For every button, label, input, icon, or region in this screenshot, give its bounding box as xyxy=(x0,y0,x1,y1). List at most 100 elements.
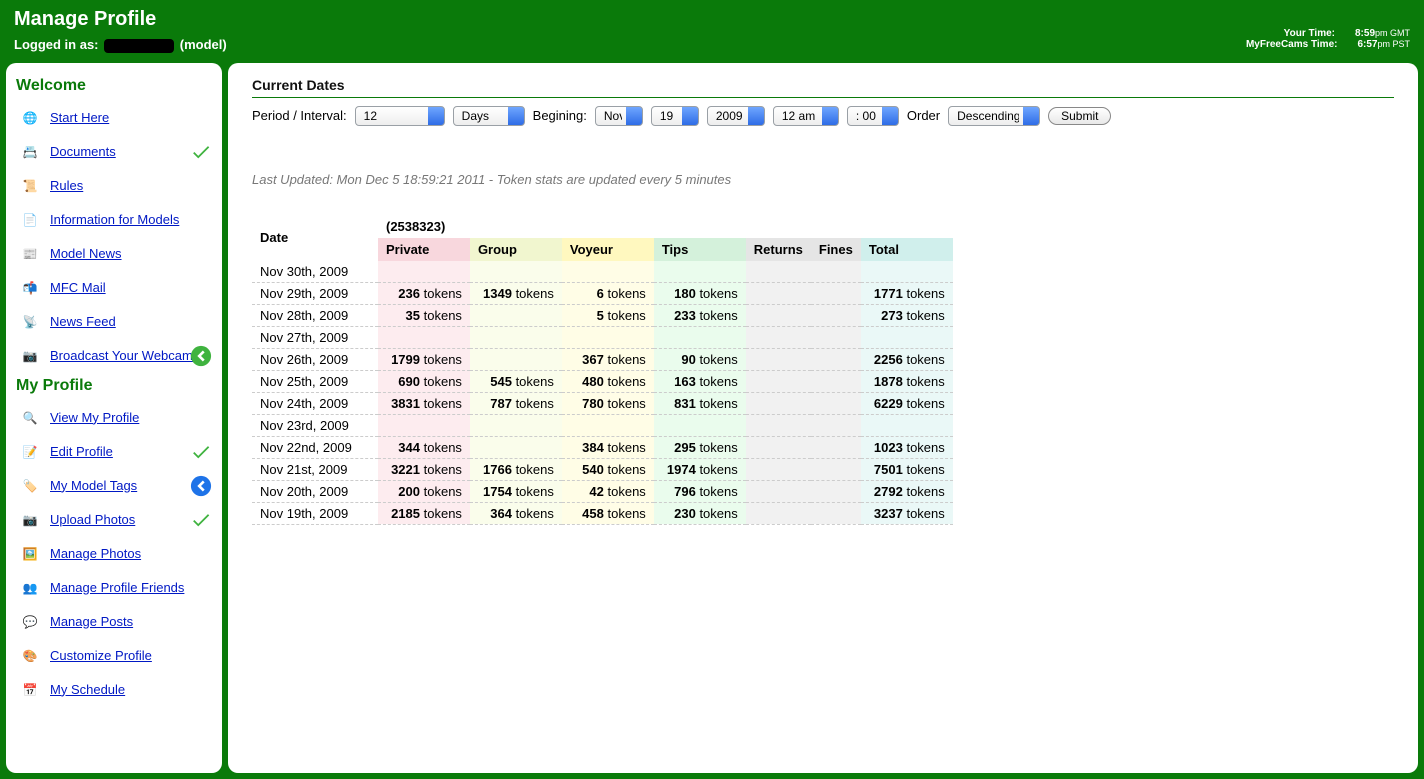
cell-total: 273 tokens xyxy=(861,304,953,326)
table-row: Nov 25th, 2009690 tokens545 tokens480 to… xyxy=(252,370,953,392)
cell-date: Nov 27th, 2009 xyxy=(252,326,378,348)
sidebar-item-welcome-4[interactable]: 📰 Model News xyxy=(16,241,212,267)
sidebar-item-profile-7[interactable]: 🎨Customize Profile xyxy=(16,643,212,669)
sidebar-link[interactable]: News Feed xyxy=(50,314,116,330)
cell-voyeur: 6 tokens xyxy=(562,282,654,304)
sidebar-item-profile-6[interactable]: 💬 Manage Posts xyxy=(16,609,212,635)
minute-select[interactable]: : 00 xyxy=(847,106,899,126)
cell-group: 787 tokens xyxy=(470,392,562,414)
cell-returns xyxy=(746,392,811,414)
cell-returns xyxy=(746,458,811,480)
sidebar-link[interactable]: Manage Photos xyxy=(50,546,141,562)
sidebar-link[interactable]: My Schedule xyxy=(50,682,125,698)
cell-tips: 233 tokens xyxy=(654,304,746,326)
cell-fines xyxy=(811,370,861,392)
col-header-group: Group xyxy=(470,238,562,261)
sidebar-item-profile-5[interactable]: 👥 Manage Profile Friends xyxy=(16,575,212,601)
cell-group xyxy=(470,436,562,458)
cell-voyeur: 42 tokens xyxy=(562,480,654,502)
sidebar-item-welcome-0[interactable]: 🌐Start Here xyxy=(16,105,212,131)
news-icon: 📰 xyxy=(16,242,44,266)
cell-group: 1349 tokens xyxy=(470,282,562,304)
table-row: Nov 26th, 20091799 tokens 367 tokens90 t… xyxy=(252,348,953,370)
cell-tips: 1974 tokens xyxy=(654,458,746,480)
cell-date: Nov 19th, 2009 xyxy=(252,502,378,524)
cell-total: 2792 tokens xyxy=(861,480,953,502)
sidebar-item-welcome-2[interactable]: 📜Rules xyxy=(16,173,212,199)
feed-icon: 📡 xyxy=(16,310,44,334)
cell-total: 6229 tokens xyxy=(861,392,953,414)
col-date-header: Date xyxy=(252,215,378,261)
sidebar-item-profile-8[interactable]: 📅 My Schedule xyxy=(16,677,212,703)
unit-select[interactable]: Days xyxy=(453,106,525,126)
calendar-icon: 📅 xyxy=(16,678,44,702)
sidebar-link[interactable]: Start Here xyxy=(50,110,109,126)
posts-icon: 💬 xyxy=(16,610,44,634)
welcome-heading: Welcome xyxy=(16,77,212,95)
sidebar-link[interactable]: Manage Posts xyxy=(50,614,133,630)
cell-returns xyxy=(746,414,811,436)
sidebar-item-welcome-1[interactable]: 📇Documents xyxy=(16,139,212,165)
cell-tips: 796 tokens xyxy=(654,480,746,502)
hour-select[interactable]: 12 am xyxy=(773,106,839,126)
year-select[interactable]: 2009 xyxy=(707,106,765,126)
sidebar-link[interactable]: Edit Profile xyxy=(50,444,113,460)
table-row: Nov 27th, 2009 xyxy=(252,326,953,348)
table-row: Nov 24th, 20093831 tokens787 tokens780 t… xyxy=(252,392,953,414)
sidebar-item-welcome-3[interactable]: 📄Information for Models xyxy=(16,207,212,233)
sidebar-link[interactable]: MFC Mail xyxy=(50,280,106,296)
cell-total xyxy=(861,261,953,283)
cell-private: 3221 tokens xyxy=(378,458,470,480)
cell-date: Nov 28th, 2009 xyxy=(252,304,378,326)
cell-tips: 90 tokens xyxy=(654,348,746,370)
cell-group xyxy=(470,304,562,326)
submit-button[interactable]: Submit xyxy=(1048,107,1111,125)
cell-voyeur: 367 tokens xyxy=(562,348,654,370)
sidebar-link[interactable]: My Model Tags xyxy=(50,478,137,494)
sidebar-link[interactable]: Customize Profile xyxy=(50,648,152,664)
sidebar-link[interactable]: Manage Profile Friends xyxy=(50,580,184,596)
order-select[interactable]: Descending xyxy=(948,106,1040,126)
sidebar-link[interactable]: Documents xyxy=(50,144,116,160)
role-suffix: (model) xyxy=(180,37,227,52)
sidebar-item-profile-0[interactable]: 🔍 View My Profile xyxy=(16,405,212,431)
cell-private xyxy=(378,414,470,436)
sidebar-item-welcome-7[interactable]: 📷Broadcast Your Webcam! xyxy=(16,343,212,369)
cell-voyeur: 480 tokens xyxy=(562,370,654,392)
month-select[interactable]: Nov xyxy=(595,106,643,126)
current-dates-heading: Current Dates xyxy=(252,77,1394,93)
cell-group xyxy=(470,414,562,436)
sidebar-item-profile-4[interactable]: 🖼️Manage Photos xyxy=(16,541,212,567)
sidebar-link[interactable]: Broadcast Your Webcam! xyxy=(50,348,196,364)
order-label: Order xyxy=(907,108,940,123)
cell-date: Nov 22nd, 2009 xyxy=(252,436,378,458)
cell-total xyxy=(861,414,953,436)
sidebar-item-welcome-6[interactable]: 📡 News Feed xyxy=(16,309,212,335)
cell-voyeur xyxy=(562,261,654,283)
day-select[interactable]: 19 xyxy=(651,106,699,126)
cell-private: 200 tokens xyxy=(378,480,470,502)
your-time-tz: pm GMT xyxy=(1375,28,1410,38)
cell-voyeur: 458 tokens xyxy=(562,502,654,524)
cell-tips xyxy=(654,414,746,436)
friends-icon: 👥 xyxy=(16,576,44,600)
sidebar-item-profile-2[interactable]: 🏷️My Model Tags xyxy=(16,473,212,499)
sidebar-link[interactable]: Model News xyxy=(50,246,122,262)
sidebar-item-welcome-5[interactable]: 📬MFC Mail xyxy=(16,275,212,301)
cell-fines xyxy=(811,348,861,370)
sidebar-item-profile-3[interactable]: 📷Upload Photos xyxy=(16,507,212,533)
sidebar-link[interactable]: View My Profile xyxy=(50,410,139,426)
my-profile-heading: My Profile xyxy=(16,377,212,395)
table-row: Nov 30th, 2009 xyxy=(252,261,953,283)
cell-voyeur: 384 tokens xyxy=(562,436,654,458)
sidebar-link[interactable]: Information for Models xyxy=(50,212,179,228)
cell-private: 1799 tokens xyxy=(378,348,470,370)
cell-group: 545 tokens xyxy=(470,370,562,392)
sidebar: Welcome 🌐Start Here 📇Documents 📜Rules 📄Info… xyxy=(6,63,222,773)
sidebar-link[interactable]: Upload Photos xyxy=(50,512,135,528)
sidebar-link[interactable]: Rules xyxy=(50,178,83,194)
view-icon: 🔍 xyxy=(16,406,44,430)
sidebar-item-profile-1[interactable]: 📝Edit Profile xyxy=(16,439,212,465)
cell-returns xyxy=(746,282,811,304)
period-select[interactable]: 12 xyxy=(355,106,445,126)
